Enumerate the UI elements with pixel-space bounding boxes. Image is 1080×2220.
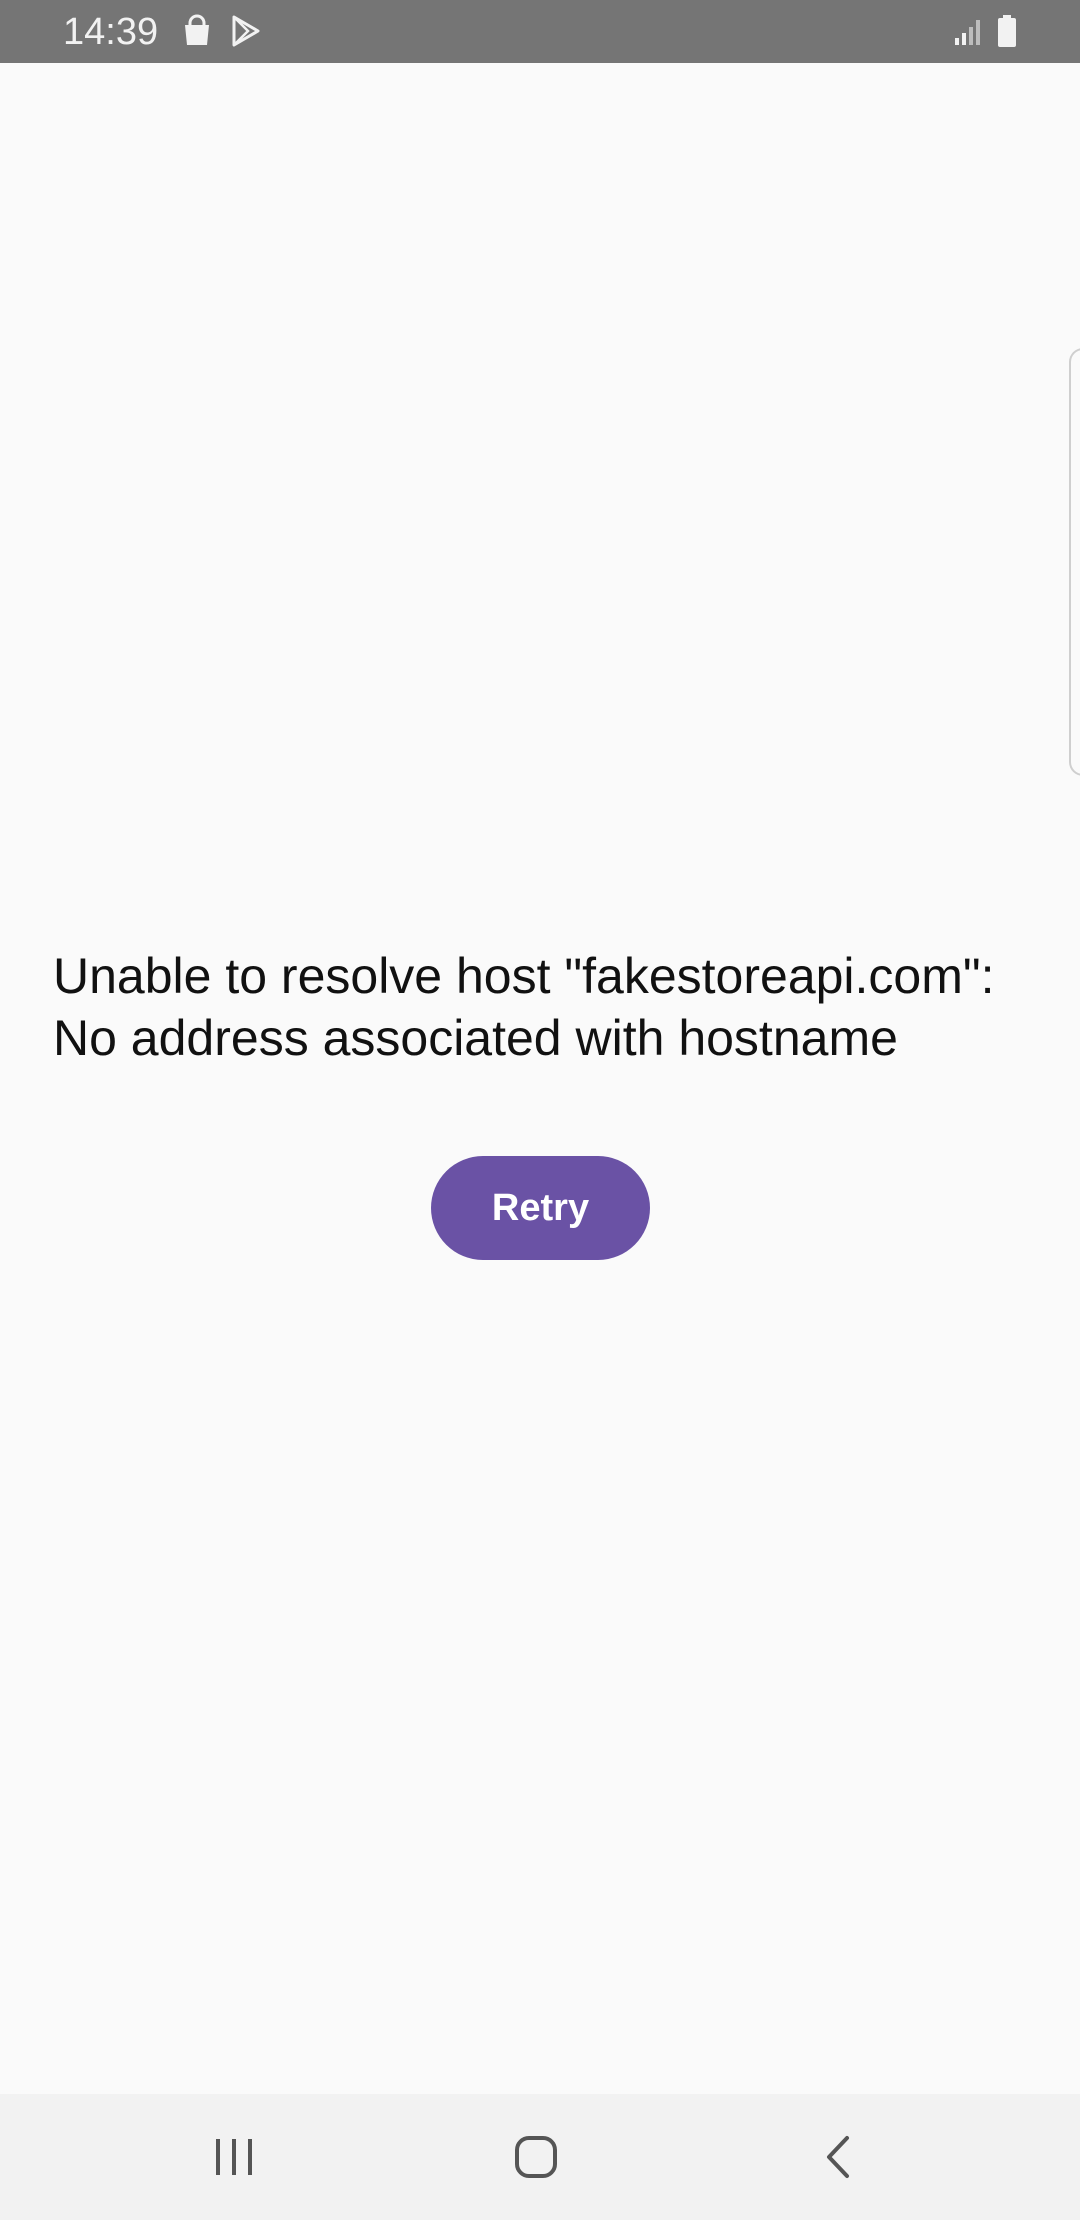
home-icon[interactable] xyxy=(476,2094,596,2220)
edge-panel-handle[interactable] xyxy=(1069,348,1080,776)
battery-icon xyxy=(990,14,1024,48)
status-time: 14:39 xyxy=(63,11,159,53)
recent-apps-icon[interactable] xyxy=(174,2094,294,2220)
app-screen: 14:39 Unable to resolve host "fakestorea… xyxy=(0,0,1080,2220)
status-bar: 14:39 xyxy=(0,0,1080,63)
play-store-icon xyxy=(228,14,262,48)
back-icon[interactable] xyxy=(778,2094,898,2220)
error-message: Unable to resolve host "fakestoreapi.com… xyxy=(53,948,995,1066)
navigation-bar xyxy=(0,2094,1080,2220)
retry-button[interactable]: Retry xyxy=(431,1156,650,1260)
signal-icon xyxy=(952,14,986,48)
shopping-bag-icon xyxy=(180,14,214,48)
